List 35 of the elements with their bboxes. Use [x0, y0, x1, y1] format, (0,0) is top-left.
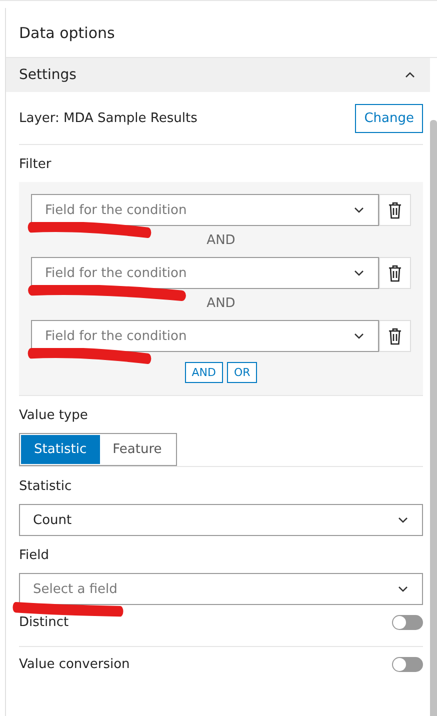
scrollbar[interactable]	[430, 120, 437, 716]
condition-select[interactable]: Field for the condition	[31, 257, 379, 289]
value-type-label: Value type	[19, 407, 89, 425]
chevron-icon	[398, 517, 408, 523]
joiner-label: AND	[206, 233, 236, 248]
delete-button[interactable]	[379, 257, 411, 289]
caret-icon	[405, 72, 415, 78]
toggle-label: Distinct	[19, 614, 69, 630]
change-button[interactable]: Change	[355, 104, 423, 132]
add-condition-button[interactable]: OR	[226, 362, 258, 383]
segment-option[interactable]: Statistic	[21, 435, 100, 464]
toggle-label: Value conversion	[19, 656, 130, 672]
chevron-icon	[354, 270, 364, 276]
chevron-icon	[398, 586, 408, 592]
condition-select[interactable]: Field for the condition	[31, 320, 379, 352]
field-select[interactable]: Select a field	[19, 573, 423, 605]
chevron-icon	[354, 207, 364, 213]
statistic-label: Statistic	[19, 478, 73, 496]
section-header[interactable]: Settings	[6, 58, 430, 92]
trash-icon	[388, 264, 402, 282]
toggle-switch[interactable]	[392, 656, 423, 672]
field-label: Field	[19, 547, 50, 565]
delete-button[interactable]	[379, 194, 411, 226]
filter-label: Filter	[19, 156, 52, 174]
trash-icon	[388, 202, 402, 218]
condition-select[interactable]: Field for the condition	[31, 194, 379, 226]
layer-label: Layer: MDA Sample Results	[19, 110, 198, 126]
chevron-icon	[354, 333, 364, 339]
panel-title: Data options	[19, 24, 115, 42]
delete-button[interactable]	[379, 320, 411, 352]
statistic-select[interactable]: Count	[19, 504, 423, 536]
add-condition-button[interactable]: AND	[184, 362, 223, 383]
toggle-switch[interactable]	[392, 614, 423, 630]
joiner-label: AND	[206, 296, 236, 311]
trash-icon	[388, 328, 402, 344]
